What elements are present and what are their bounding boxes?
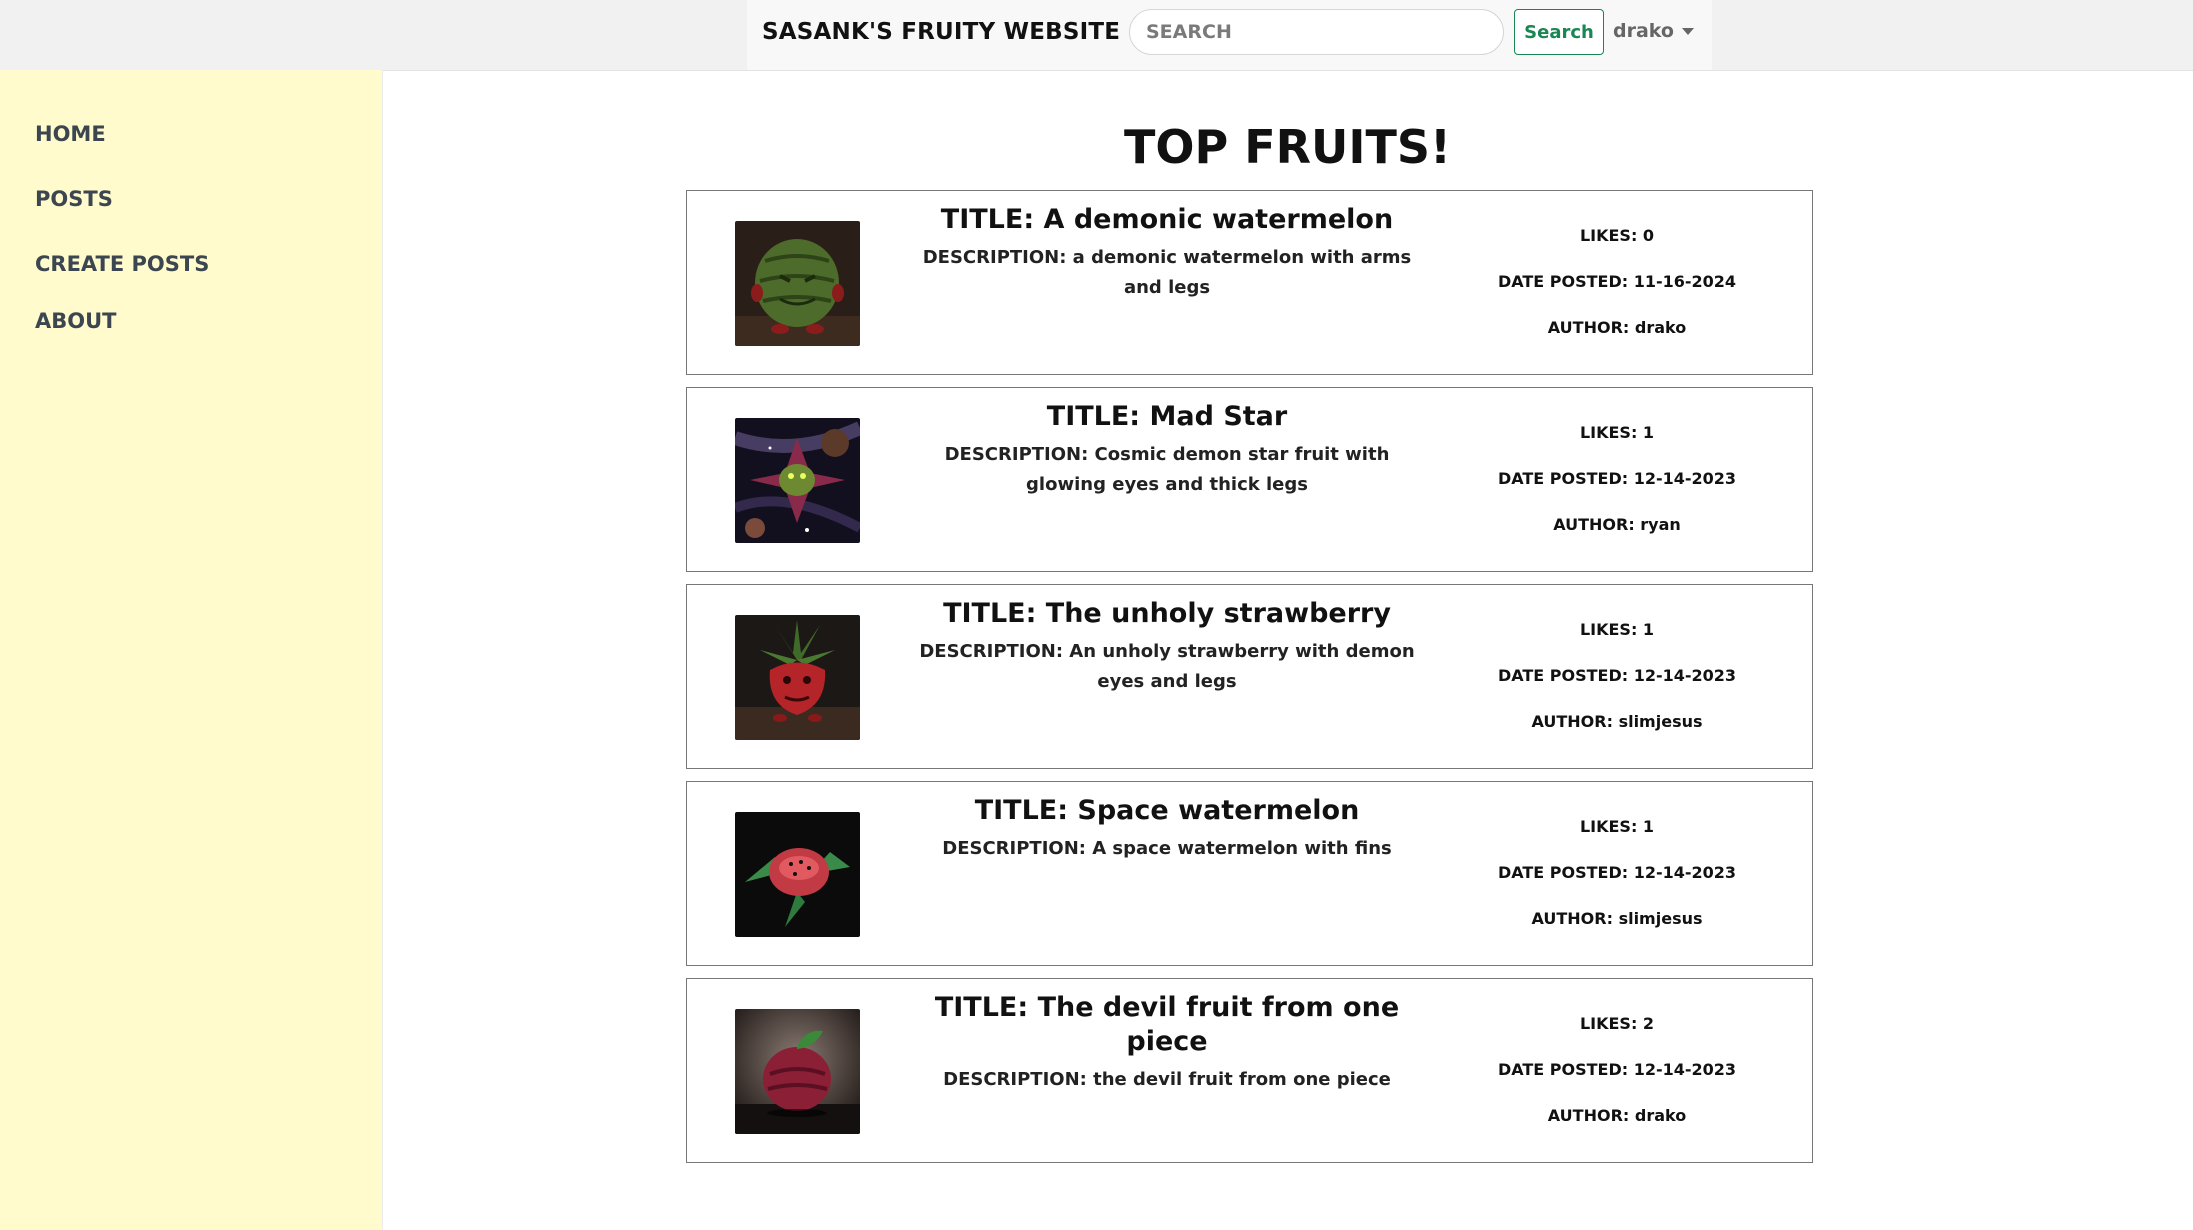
post-likes: LIKES: 0	[1579, 226, 1655, 245]
post-likes: LIKES: 1	[1579, 817, 1655, 836]
sidebar-item-posts[interactable]: POSTS	[35, 187, 113, 211]
post-meta: LIKES: 0 DATE POSTED: 11-16-2024 AUTHOR:…	[1482, 221, 1752, 359]
post-date: DATE POSTED: 11-16-2024	[1497, 272, 1737, 291]
post-author: AUTHOR: slimjesus	[1531, 909, 1703, 928]
post-image[interactable]	[735, 812, 860, 937]
post-description: DESCRIPTION: An unholy strawberry with d…	[919, 641, 1415, 692]
post-author: AUTHOR: slimjesus	[1531, 712, 1703, 731]
post-image[interactable]	[735, 615, 860, 740]
post-image[interactable]	[735, 418, 860, 543]
post-description: DESCRIPTION: A space watermelon with fin…	[942, 838, 1392, 859]
post-image[interactable]	[735, 1009, 860, 1134]
user-dropdown[interactable]: drako	[1613, 20, 1694, 42]
post-card[interactable]: TITLE: Mad Star DESCRIPTION: Cosmic demo…	[686, 387, 1813, 572]
page-title: TOP FRUITS!	[0, 120, 2193, 174]
post-body: TITLE: Space watermelon DESCRIPTION: A s…	[902, 794, 1432, 864]
sidebar-item-create-posts[interactable]: CREATE POSTS	[35, 252, 209, 276]
post-title: TITLE: A demonic watermelon	[940, 204, 1394, 235]
post-author: AUTHOR: drako	[1547, 318, 1687, 337]
post-meta: LIKES: 2 DATE POSTED: 12-14-2023 AUTHOR:…	[1482, 1009, 1752, 1147]
post-title: TITLE: Mad Star	[1046, 401, 1288, 432]
top-navbar: SASANK'S FRUITY WEBSITE Search drako	[0, 0, 2193, 71]
post-image[interactable]	[735, 221, 860, 346]
username: drako	[1613, 20, 1674, 42]
post-meta: LIKES: 1 DATE POSTED: 12-14-2023 AUTHOR:…	[1482, 812, 1752, 950]
chevron-down-icon	[1681, 27, 1694, 35]
post-body: TITLE: The devil fruit from one piece DE…	[902, 991, 1432, 1095]
post-body: TITLE: A demonic watermelon DESCRIPTION:…	[902, 203, 1432, 303]
post-likes: LIKES: 1	[1579, 423, 1655, 442]
post-title: TITLE: Space watermelon	[974, 795, 1360, 826]
post-title: TITLE: The devil fruit from one piece	[934, 992, 1400, 1057]
post-meta: LIKES: 1 DATE POSTED: 12-14-2023 AUTHOR:…	[1482, 615, 1752, 753]
post-description: DESCRIPTION: Cosmic demon star fruit wit…	[944, 444, 1390, 495]
post-body: TITLE: The unholy strawberry DESCRIPTION…	[902, 597, 1432, 697]
post-body: TITLE: Mad Star DESCRIPTION: Cosmic demo…	[902, 400, 1432, 500]
navbar-content: SASANK'S FRUITY WEBSITE Search drako	[747, 0, 1712, 70]
brand[interactable]: SASANK'S FRUITY WEBSITE	[762, 16, 1160, 48]
post-description: DESCRIPTION: a demonic watermelon with a…	[922, 247, 1412, 298]
post-date: DATE POSTED: 12-14-2023	[1497, 863, 1737, 882]
search-input[interactable]	[1129, 9, 1504, 55]
search-button[interactable]: Search	[1514, 9, 1604, 55]
brand-title: SASANK'S FRUITY WEBSITE	[762, 19, 1121, 45]
post-card[interactable]: TITLE: The unholy strawberry DESCRIPTION…	[686, 584, 1813, 769]
post-date: DATE POSTED: 12-14-2023	[1497, 1060, 1737, 1079]
post-description: DESCRIPTION: the devil fruit from one pi…	[943, 1069, 1391, 1090]
post-card[interactable]: TITLE: The devil fruit from one piece DE…	[686, 978, 1813, 1163]
post-author: AUTHOR: drako	[1547, 1106, 1687, 1125]
post-date: DATE POSTED: 12-14-2023	[1497, 666, 1737, 685]
sidebar-item-about[interactable]: ABOUT	[35, 309, 117, 333]
sidebar: HOME POSTS CREATE POSTS ABOUT	[0, 70, 383, 1230]
page-title-text: TOP FRUITS!	[1123, 120, 1451, 174]
post-author: AUTHOR: ryan	[1553, 515, 1681, 534]
post-card[interactable]: TITLE: Space watermelon DESCRIPTION: A s…	[686, 781, 1813, 966]
post-likes: LIKES: 1	[1579, 620, 1655, 639]
post-date: DATE POSTED: 12-14-2023	[1497, 469, 1737, 488]
post-card[interactable]: TITLE: A demonic watermelon DESCRIPTION:…	[686, 190, 1813, 375]
post-likes: LIKES: 2	[1579, 1014, 1655, 1033]
post-title: TITLE: The unholy strawberry	[943, 598, 1391, 629]
post-meta: LIKES: 1 DATE POSTED: 12-14-2023 AUTHOR:…	[1482, 418, 1752, 556]
